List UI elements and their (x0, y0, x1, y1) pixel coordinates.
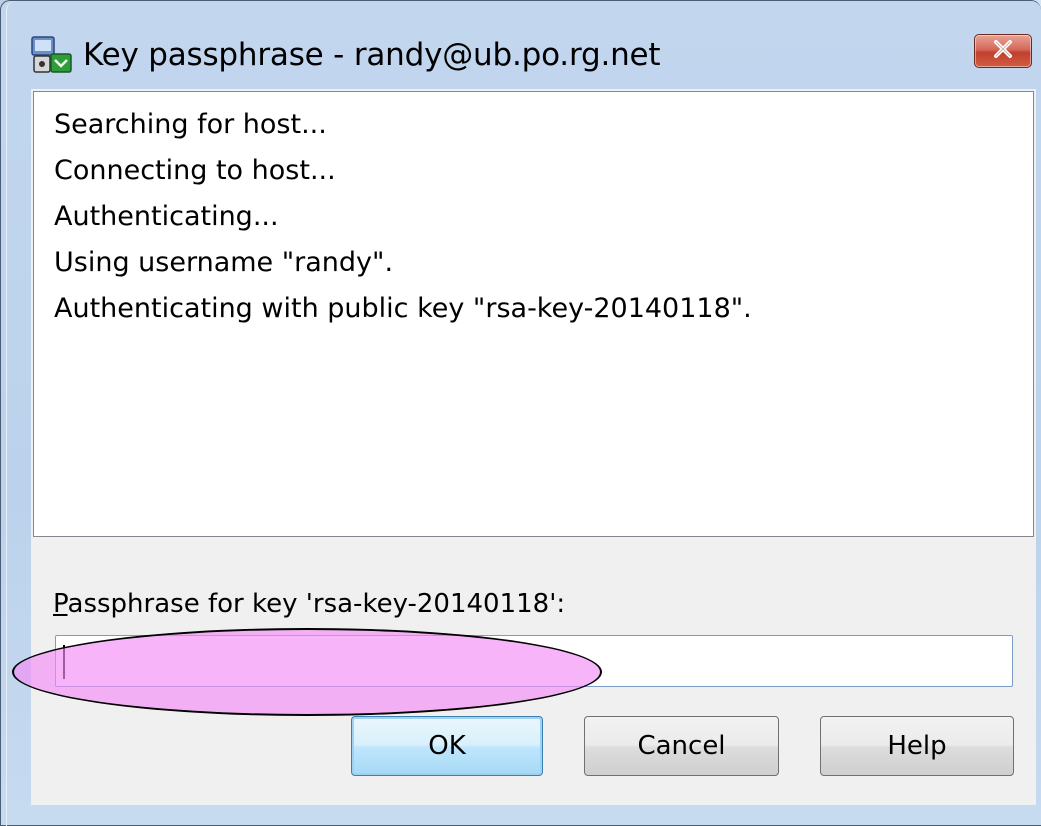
passphrase-label: Passphrase for key 'rsa-key-20140118': (53, 589, 565, 619)
window-title: Key passphrase - randy@ub.po.rg.net (83, 37, 661, 73)
log-line: Authenticating... (54, 201, 279, 232)
text-caret (63, 645, 65, 679)
dialog-window: Key passphrase - randy@ub.po.rg.net Sear… (0, 0, 1041, 826)
ok-button[interactable]: OK (351, 716, 543, 776)
log-line: Authenticating with public key "rsa-key-… (54, 293, 752, 324)
cancel-button[interactable]: Cancel (584, 716, 779, 776)
passphrase-input[interactable] (55, 635, 1013, 687)
dialog-body: Searching for host... Connecting to host… (31, 89, 1036, 805)
help-button[interactable]: Help (820, 716, 1014, 776)
log-line: Connecting to host... (54, 155, 336, 186)
passphrase-label-access-key: P (53, 589, 68, 619)
passphrase-label-text: assphrase for key 'rsa-key-20140118': (67, 589, 566, 619)
close-button[interactable] (974, 34, 1032, 68)
close-icon (990, 39, 1016, 63)
session-log[interactable]: Searching for host... Connecting to host… (33, 91, 1034, 537)
log-line: Using username "randy". (54, 247, 394, 278)
log-line: Searching for host... (54, 109, 327, 140)
computer-key-icon (31, 34, 73, 76)
title-bar[interactable]: Key passphrase - randy@ub.po.rg.net (31, 29, 1031, 81)
